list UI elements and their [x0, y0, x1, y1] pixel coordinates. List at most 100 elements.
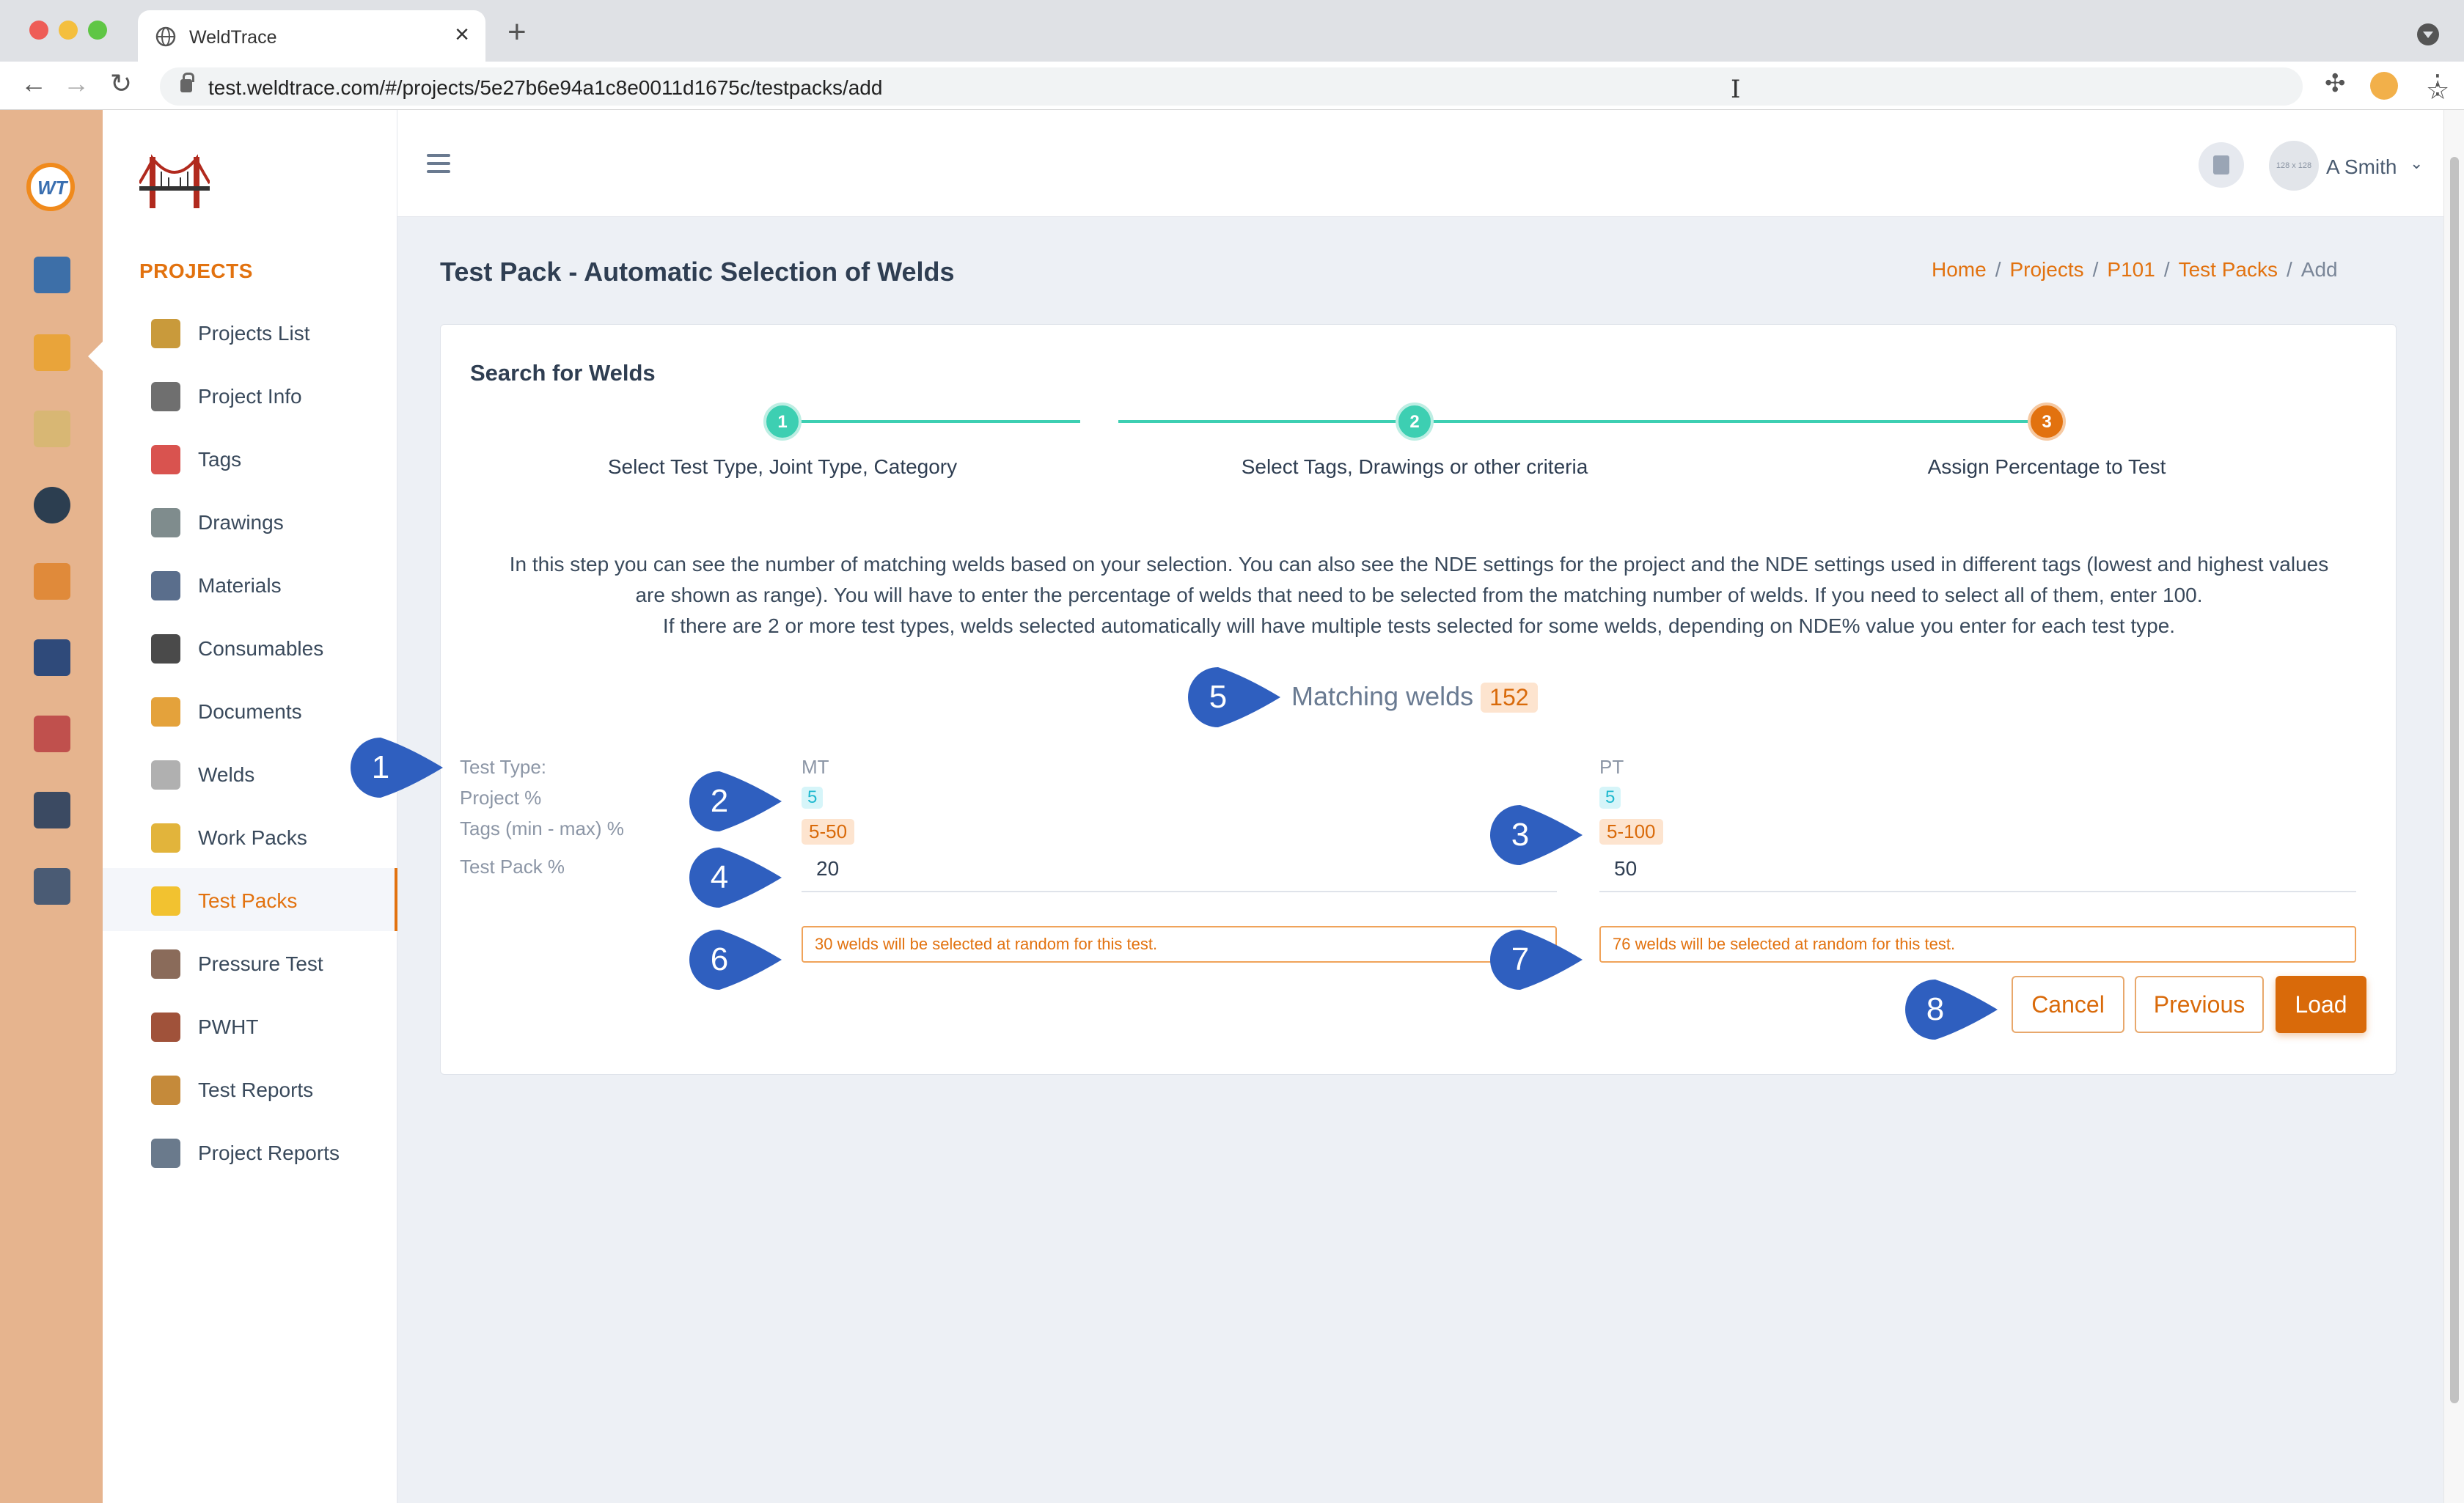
breadcrumb-projects[interactable]: Projects: [2009, 258, 2083, 281]
browser-chrome: WeldTrace × + ← → ↻ test.weldtrace.com/#…: [0, 0, 2464, 110]
test-pack-pct-pt-input[interactable]: [1599, 847, 2356, 892]
pressure-gauge-icon: [151, 949, 180, 979]
tag-icon: [151, 445, 180, 474]
scrollbar-thumb[interactable]: [2450, 157, 2459, 1403]
hamburger-menu-icon[interactable]: [427, 154, 450, 173]
label-test-pack-pct: Test Pack %: [460, 856, 565, 878]
step-connector: [787, 420, 1080, 423]
folder-settings-icon[interactable]: [34, 334, 70, 371]
clipboard-gear-icon[interactable]: [34, 411, 70, 447]
sidebar-item-drawings[interactable]: Drawings: [103, 490, 397, 553]
sidebar-item-label: Work Packs: [198, 826, 307, 849]
sidebar-item-label: Project Info: [198, 385, 302, 408]
org-chart-icon[interactable]: [34, 563, 70, 600]
sidebar-item-tags[interactable]: Tags: [103, 427, 397, 490]
text-cursor-icon: I: [1731, 75, 1741, 104]
user-avatar[interactable]: 128 x 128: [2269, 141, 2319, 191]
previous-button[interactable]: Previous: [2135, 976, 2264, 1033]
weldtrace-logo[interactable]: WT: [26, 163, 75, 211]
sidebar-section-title: PROJECTS: [139, 260, 253, 282]
sidebar-item-test-reports[interactable]: Test Reports: [103, 1057, 397, 1120]
report-chart-icon: [151, 1139, 180, 1168]
radiation-icon: [151, 886, 180, 916]
app-rail: WT: [0, 110, 103, 1503]
project-pct-pt: 5: [1599, 787, 1621, 809]
step-2-label: Select Tags, Drawings or other criteria: [1241, 455, 1588, 478]
notes-button[interactable]: [2199, 142, 2244, 188]
project-pct-mt: 5: [802, 787, 824, 809]
back-arrow-icon[interactable]: ←: [21, 70, 47, 97]
sidebar-item-materials[interactable]: Materials: [103, 553, 397, 616]
welder-icon[interactable]: [34, 487, 70, 523]
sidebar-item-label: Materials: [198, 574, 282, 597]
breadcrumb-home[interactable]: Home: [1932, 258, 1987, 281]
step-3-label: Assign Percentage to Test: [1927, 455, 2166, 478]
tags-range-pt: 5-100: [1599, 819, 1663, 845]
breadcrumb-separator: /: [1995, 258, 2001, 281]
pipes-icon: [151, 571, 180, 600]
step-1-indicator[interactable]: 1: [763, 403, 802, 441]
sidebar-item-label: Test Reports: [198, 1078, 314, 1101]
test-type-mt: MT: [802, 756, 829, 778]
user-menu-name[interactable]: A Smith: [2326, 155, 2397, 179]
sidebar-item-project-info[interactable]: Project Info: [103, 364, 397, 427]
monitor-icon[interactable]: [34, 257, 70, 293]
test-pack-pct-mt-input[interactable]: [802, 847, 1557, 892]
step-3-indicator[interactable]: 3: [2028, 403, 2066, 441]
extensions-icon[interactable]: ✣: [2325, 69, 2346, 98]
sidebar-item-label: Project Reports: [198, 1142, 340, 1164]
address-bar[interactable]: test.weldtrace.com/#/projects/5e27b6e94a…: [160, 67, 2449, 106]
sidebar-item-label: PWHT: [198, 1015, 259, 1038]
sidebar-item-pressure-test[interactable]: Pressure Test: [103, 931, 397, 994]
page-scrollbar[interactable]: [2443, 110, 2464, 1503]
sidebar-item-pwht[interactable]: PWHT: [103, 994, 397, 1057]
step-1-label: Select Test Type, Joint Type, Category: [607, 455, 958, 478]
tab-search-icon[interactable]: [2417, 23, 2439, 45]
browser-tab-weldtrace[interactable]: WeldTrace ×: [138, 10, 485, 62]
lock-icon: [180, 73, 194, 92]
window-zoom-button[interactable]: [88, 21, 107, 40]
forward-arrow-icon[interactable]: →: [63, 70, 89, 97]
team-icon[interactable]: [34, 716, 70, 752]
sidebar-item-test-packs[interactable]: Test Packs: [103, 868, 397, 931]
test-type-pt: PT: [1599, 756, 1624, 778]
chevron-down-icon[interactable]: ⌄: [2410, 154, 2423, 173]
callout-marker-3: 3: [1489, 804, 1584, 867]
matching-welds-count: 152: [1481, 683, 1538, 713]
cancel-button[interactable]: Cancel: [2012, 976, 2124, 1033]
sidebar-item-label: Test Packs: [198, 889, 298, 912]
new-tab-button[interactable]: +: [507, 16, 527, 48]
sidebar-item-projects-list[interactable]: Projects List: [103, 301, 397, 364]
load-button[interactable]: Load: [2276, 976, 2366, 1033]
app-topbar: 128 x 128 A Smith ⌄: [397, 110, 2443, 217]
rail-active-indicator: [88, 342, 103, 371]
step-2-indicator[interactable]: 2: [1396, 403, 1434, 441]
book-icon[interactable]: [34, 639, 70, 676]
browser-menu-icon[interactable]: ⋮: [2424, 69, 2451, 100]
sidebar-item-label: Documents: [198, 700, 302, 723]
callout-marker-2: 2: [688, 770, 783, 833]
project-sidebar: PROJECTS Projects List Project Info Tags Dr…: [103, 110, 397, 1503]
label-project-pct: Project %: [460, 787, 542, 809]
window-minimize-button[interactable]: [59, 21, 78, 40]
url-text[interactable]: test.weldtrace.com/#/projects/5e27b6e94a…: [208, 76, 882, 100]
sidebar-item-consumables[interactable]: Consumables: [103, 616, 397, 679]
sidebar-item-label: Consumables: [198, 637, 324, 660]
sidebar-item-documents[interactable]: Documents: [103, 679, 397, 742]
report-list-icon: [151, 1076, 180, 1105]
step-connector: [1118, 420, 1412, 423]
callout-marker-8: 8: [1904, 978, 1999, 1041]
profile-avatar-icon[interactable]: [2370, 72, 2398, 100]
globe-icon: [155, 26, 176, 47]
tab-close-icon[interactable]: ×: [455, 22, 469, 47]
clipboard-clock-icon[interactable]: [34, 792, 70, 828]
window-close-button[interactable]: [29, 21, 48, 40]
tab-title: WeldTrace: [189, 27, 277, 48]
breadcrumb-project[interactable]: P101: [2107, 258, 2155, 281]
breadcrumb-test-packs[interactable]: Test Packs: [2179, 258, 2278, 281]
sidebar-item-project-reports[interactable]: Project Reports: [103, 1120, 397, 1183]
sidebar-item-work-packs[interactable]: Work Packs: [103, 805, 397, 868]
id-badge-icon[interactable]: [34, 868, 70, 905]
logo-text: WT: [37, 177, 67, 199]
reload-icon[interactable]: ↻: [110, 70, 132, 97]
